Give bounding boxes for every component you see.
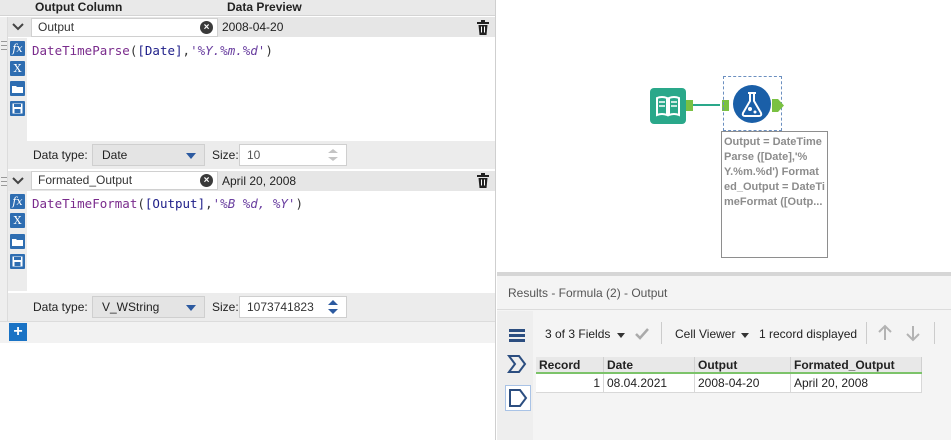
collapse-chevron-icon[interactable] — [11, 174, 25, 188]
column-header[interactable]: Formated_Output — [790, 357, 922, 374]
flask-icon — [741, 92, 763, 117]
output-name-field[interactable]: Output — [31, 18, 218, 37]
size-label: Size: — [212, 148, 239, 162]
collapse-chevron-icon[interactable] — [11, 20, 25, 34]
formula-tool[interactable] — [733, 85, 771, 123]
arrow-up-icon[interactable] — [877, 324, 893, 342]
table-row[interactable]: 1 08.04.2021 2008-04-20 April 20, 2008 — [536, 373, 922, 393]
function-icon[interactable]: fx — [10, 41, 25, 56]
date-cell[interactable]: 08.04.2021 — [603, 373, 695, 393]
size-spinner-icon[interactable] — [322, 297, 344, 317]
fields-selector[interactable]: 3 of 3 Fields — [545, 327, 610, 341]
clear-icon[interactable]: × — [200, 21, 213, 34]
output-anchor[interactable] — [772, 99, 784, 112]
data-preview-value: 2008-04-20 — [222, 20, 284, 34]
row-2-drag-handle[interactable] — [0, 171, 8, 321]
column-header[interactable]: Output — [694, 357, 791, 374]
output-anchor[interactable] — [686, 100, 693, 111]
column-header-bar: Output Column Data Preview — [0, 0, 495, 16]
clear-icon[interactable]: × — [200, 174, 213, 187]
tool-annotation: Output = DateTimeParse ([Date],'%Y.%m.%d… — [721, 131, 828, 258]
add-formula-button[interactable]: + — [9, 323, 27, 341]
record-cell[interactable]: 1 — [536, 373, 604, 393]
toolbar-divider — [866, 322, 867, 344]
add-row-bar — [0, 321, 495, 343]
book-icon — [656, 96, 680, 117]
list-view-icon[interactable] — [506, 325, 528, 347]
delete-trash-icon[interactable] — [476, 20, 492, 36]
row-1-drag-handle[interactable] — [0, 17, 8, 171]
data-preview-value: April 20, 2008 — [222, 174, 297, 188]
dropdown-arrow-icon — [186, 305, 196, 311]
size-spinner-icon[interactable] — [322, 145, 344, 165]
formula-config-panel: Output Column Data Preview Output × 2008… — [0, 0, 496, 440]
toolbar-divider — [661, 322, 662, 344]
column-header[interactable]: Record — [536, 357, 604, 374]
apply-check-icon[interactable] — [633, 325, 651, 343]
size-label: Size: — [212, 300, 239, 314]
input-anchor-icon[interactable] — [506, 353, 528, 375]
results-table: Record Date Output Formated_Output 1 08.… — [536, 357, 922, 393]
save-icon[interactable] — [10, 101, 25, 116]
folder-open-icon[interactable] — [10, 81, 25, 96]
save-icon[interactable] — [10, 254, 25, 269]
variable-icon[interactable]: X — [10, 61, 25, 76]
column-header[interactable]: Date — [603, 357, 695, 374]
viewer-dropdown-arrow-icon[interactable] — [741, 333, 749, 338]
output-name-field[interactable]: Formated_Output — [31, 171, 218, 190]
formated-output-cell[interactable]: April 20, 2008 — [790, 373, 922, 393]
output-column-header: Output Column — [35, 0, 123, 14]
datatype-dropdown[interactable]: V_WString — [92, 296, 205, 318]
datatype-label: Data type: — [33, 148, 88, 162]
datatype-dropdown[interactable]: Date — [92, 144, 205, 166]
datatype-label: Data type: — [33, 300, 88, 314]
results-title: Results - Formula (2) - Output — [508, 286, 668, 300]
record-count: 1 record displayed — [759, 327, 858, 341]
input-data-tool[interactable] — [650, 88, 686, 124]
data-preview-header: Data Preview — [227, 0, 302, 14]
table-header-row: Record Date Output Formated_Output — [536, 357, 922, 374]
divider — [497, 309, 951, 310]
toolbar-divider — [934, 322, 935, 344]
connection-line — [693, 104, 720, 106]
fields-dropdown-arrow-icon[interactable] — [617, 333, 625, 338]
formula-expression-editor[interactable]: DateTimeFormat([Output],'%B %d, %Y') — [32, 196, 303, 212]
variable-icon[interactable]: X — [10, 213, 25, 228]
function-icon[interactable]: fx — [10, 194, 25, 209]
cell-viewer-dropdown[interactable]: Cell Viewer — [675, 327, 735, 341]
output-cell[interactable]: 2008-04-20 — [694, 373, 791, 393]
folder-open-icon[interactable] — [10, 234, 25, 249]
arrow-down-icon[interactable] — [905, 324, 921, 342]
delete-trash-icon[interactable] — [476, 173, 492, 189]
dropdown-arrow-icon — [186, 153, 196, 159]
output-anchor-icon[interactable] — [505, 385, 531, 411]
formula-expression-editor[interactable]: DateTimeParse([Date],'%Y.%m.%d') — [32, 43, 273, 59]
